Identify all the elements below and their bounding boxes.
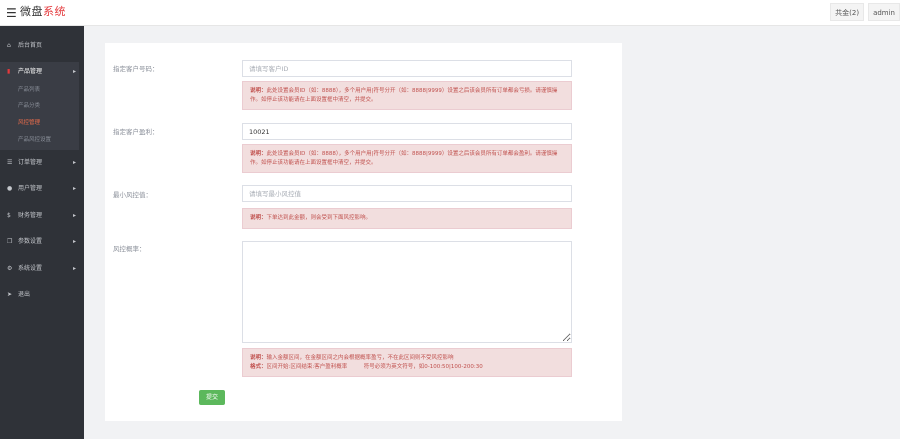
- field-label-risk-probability: 风控概率：: [113, 245, 146, 253]
- chevron-right-icon: ▸: [72, 185, 76, 192]
- sidebar-item-label: 订单管理: [18, 159, 43, 166]
- sidebar-sub-item-product-risk[interactable]: 产品风控设置: [18, 135, 51, 145]
- brand-accent: 系统: [43, 5, 66, 18]
- sidebar-item-label: 用户管理: [18, 185, 43, 192]
- home-icon: ⌂: [7, 42, 11, 49]
- sidebar-item-system[interactable]: ⚙ 系统设置 ▸: [0, 261, 84, 277]
- sidebar-item-label: 参数设置: [18, 238, 43, 245]
- min-risk-input[interactable]: [242, 185, 572, 202]
- sidebar-item-label: 财务管理: [18, 212, 43, 219]
- signout-icon: ➤: [7, 291, 13, 298]
- sidebar-item-home[interactable]: ⌂ 后台首页: [0, 38, 84, 54]
- top-right-area: 共金(2) admin: [826, 3, 900, 21]
- field-label-loss-customers: 指定客户号码：: [113, 65, 159, 73]
- sidebar: ⌂ 后台首页 ▮ 产品管理 ▸ 产品列表 产品分类 风控管理 产品风控设置 ☰ …: [0, 26, 84, 439]
- note-text: 输入金额区间，在金额区间之内会根据概率盈亏，不在此区间则不受风控影响: [266, 355, 454, 361]
- brand-main: 微盘: [20, 5, 43, 18]
- sidebar-item-label: 系统设置: [18, 265, 43, 272]
- profit-customers-input[interactable]: [242, 123, 572, 140]
- note-prefix: 说明：: [250, 151, 267, 157]
- submit-button[interactable]: 提交: [199, 390, 225, 405]
- balance-badge[interactable]: 共金(2): [830, 3, 865, 21]
- money-icon: $: [7, 212, 11, 219]
- sidebar-item-finance[interactable]: $ 财务管理 ▸: [0, 208, 84, 224]
- user-icon: ●: [7, 185, 13, 192]
- sidebar-item-products[interactable]: ▮ 产品管理 ▸: [0, 64, 84, 80]
- note-text: 此处设置会员ID（如：8888），多个用户用|符号分开（如：8888|9999）…: [250, 88, 558, 103]
- note-line-1: 说明：输入金额区间，在金额区间之内会根据概率盈亏，不在此区间则不受风控影响: [250, 354, 564, 363]
- sidebar-item-params[interactable]: ❐ 参数设置 ▸: [0, 234, 84, 250]
- risk-probability-note: 说明：输入金额区间，在金额区间之内会根据概率盈亏，不在此区间则不受风控影响 格式…: [242, 348, 572, 377]
- chevron-right-icon: ▸: [72, 238, 76, 245]
- sidebar-sub-item-product-category[interactable]: 产品分类: [18, 101, 40, 111]
- sidebar-sub-item-product-list[interactable]: 产品列表: [18, 85, 40, 95]
- loss-customers-input[interactable]: [242, 60, 572, 77]
- profit-customers-note: 说明：此处设置会员ID（如：8888），多个用户用|符号分开（如：8888|99…: [242, 144, 572, 173]
- loss-customers-note: 说明：此处设置会员ID（如：8888），多个用户用|符号分开（如：8888|99…: [242, 81, 572, 110]
- sidebar-item-users[interactable]: ● 用户管理 ▸: [0, 181, 84, 197]
- sidebar-item-label: 后台首页: [18, 42, 43, 49]
- note-prefix: 说明：: [250, 88, 267, 94]
- risk-control-form: 指定客户号码： 说明：此处设置会员ID（如：8888），多个用户用|符号分开（如…: [105, 43, 622, 421]
- hamburger-menu-icon[interactable]: ☰: [6, 6, 20, 20]
- note-prefix: 说明：: [250, 355, 267, 361]
- risk-probability-textarea[interactable]: [242, 241, 572, 343]
- sidebar-item-logout[interactable]: ➤ 退出: [0, 287, 84, 303]
- field-label-profit-customers: 指定客户盈利：: [113, 128, 159, 136]
- note-prefix: 说明：: [250, 215, 267, 221]
- sidebar-item-label: 产品管理: [18, 68, 43, 75]
- note-text: 下单达到此金额，则会受到下面风控影响。: [266, 215, 372, 221]
- note-line-2: 格式：区间开始:区间结束:客户盈利概率 符号必须为英文符号，如0-100:50|…: [250, 363, 564, 372]
- note-text: 区间开始:区间结束:客户盈利概率 符号必须为英文符号，如0-100:50|100…: [266, 363, 483, 370]
- note-text: 此处设置会员ID（如：8888），多个用户用|符号分开（如：8888|9999）…: [250, 151, 558, 166]
- note-prefix: 格式：: [250, 363, 267, 370]
- field-label-min-risk: 最小风控值：: [113, 191, 152, 199]
- min-risk-note: 说明：下单达到此金额，则会受到下面风控影响。: [242, 208, 572, 229]
- list-icon: ☰: [7, 159, 13, 166]
- sidebar-item-orders[interactable]: ☰ 订单管理 ▸: [0, 155, 84, 171]
- brand-logo: 微盘系统: [20, 4, 66, 20]
- sidebar-item-label: 退出: [18, 291, 31, 298]
- copy-icon: ❐: [7, 238, 13, 245]
- gears-icon: ⚙: [7, 265, 13, 272]
- chevron-right-icon: ▸: [72, 68, 76, 75]
- user-menu[interactable]: admin: [868, 3, 900, 21]
- chevron-right-icon: ▸: [72, 159, 76, 166]
- bookmark-icon: ▮: [7, 68, 11, 75]
- chevron-right-icon: ▸: [72, 212, 76, 219]
- sidebar-sub-item-risk-control[interactable]: 风控管理: [18, 118, 40, 128]
- top-bar: ☰ 微盘系统 共金(2) admin: [0, 0, 900, 26]
- chevron-right-icon: ▸: [72, 265, 76, 272]
